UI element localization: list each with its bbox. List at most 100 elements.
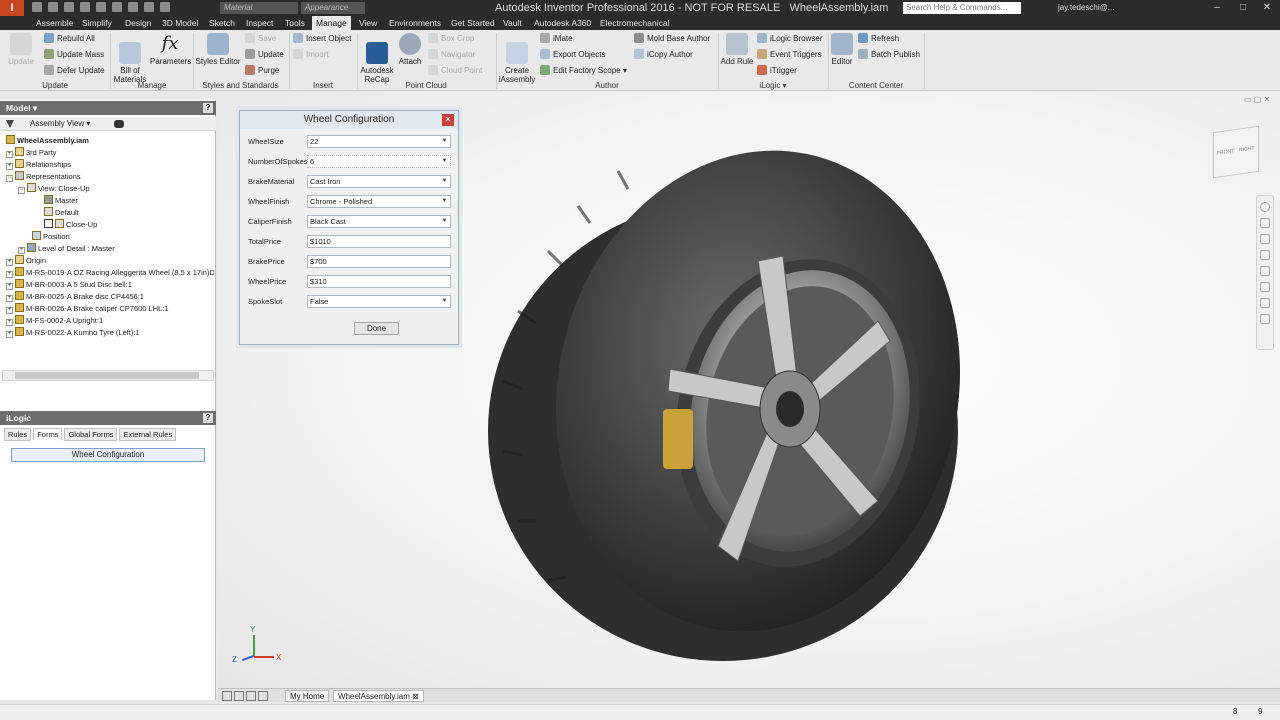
icopy-author-button[interactable]: iCopy Author <box>634 49 693 59</box>
pan-icon[interactable] <box>1260 218 1270 228</box>
tab-simplify[interactable]: Simplify <box>78 16 116 30</box>
spokeslot-dropdown[interactable]: False ▼ <box>307 295 451 308</box>
panel-title-manage[interactable]: Manage <box>112 80 192 91</box>
collapse-icon[interactable]: − <box>6 175 13 182</box>
totalprice-input[interactable]: $1010 <box>307 235 451 248</box>
expand-icon[interactable]: + <box>18 247 25 254</box>
open-icon[interactable] <box>48 2 58 12</box>
orbit-icon[interactable] <box>1260 250 1270 260</box>
tab-external-rules[interactable]: External Rules <box>119 428 177 441</box>
box-crop-button[interactable]: Box Crop <box>428 33 474 43</box>
home-icon[interactable] <box>112 2 122 12</box>
parameters-button[interactable]: fx Parameters <box>150 33 191 66</box>
expand-icon[interactable]: + <box>6 331 13 338</box>
expand-icon[interactable]: + <box>6 151 13 158</box>
add-rule-button[interactable]: Add Rule <box>720 33 754 66</box>
search-help-input[interactable]: Search Help & Commands... <box>903 2 1021 14</box>
purge-button[interactable]: Purge <box>245 65 279 75</box>
done-button[interactable]: Done <box>354 322 399 335</box>
expand-icon[interactable]: + <box>6 295 13 302</box>
tab-global-forms[interactable]: Global Forms <box>64 428 118 441</box>
tree-node-master[interactable]: Master <box>44 195 78 207</box>
chevron-down-icon[interactable]: ▼ <box>439 176 450 187</box>
tab-get-started[interactable]: Get Started <box>447 16 498 30</box>
update-icon[interactable] <box>128 2 138 12</box>
styles-editor-button[interactable]: Styles Editor <box>195 33 241 66</box>
help-icon[interactable]: ? <box>203 413 213 423</box>
full-navigation-icon[interactable] <box>1260 298 1270 308</box>
chevron-down-icon[interactable]: ▼ <box>439 196 450 207</box>
window-layout-icons[interactable] <box>222 691 282 701</box>
bill-of-materials-button[interactable]: Bill of Materials <box>112 33 148 84</box>
close-tab-icon[interactable]: ⊠ <box>412 692 419 701</box>
arrange-icon[interactable] <box>246 691 256 701</box>
user-account[interactable]: jay.tedeschi@... <box>1058 2 1114 14</box>
tab-autodesk-a360[interactable]: Autodesk A360 <box>530 16 595 30</box>
select-icon[interactable] <box>144 2 154 12</box>
brakematerial-dropdown[interactable]: Cast Iron ▼ <box>307 175 451 188</box>
tree-node-root[interactable]: WheelAssembly.iam <box>6 135 89 147</box>
list-icon[interactable] <box>258 691 268 701</box>
batch-publish-button[interactable]: Batch Publish <box>858 49 920 59</box>
tab-environments[interactable]: Environments <box>385 16 445 30</box>
tab-design[interactable]: Design <box>121 16 155 30</box>
measure-icon[interactable] <box>160 2 170 12</box>
viewcube[interactable]: FRONT RIGHT <box>1213 125 1259 179</box>
tree-node-origin[interactable]: + Origin <box>6 255 46 267</box>
scroll-thumb[interactable] <box>15 372 199 379</box>
wheel-configuration-form-button[interactable]: Wheel Configuration <box>11 448 205 462</box>
tile-icon[interactable] <box>222 691 232 701</box>
tab-rules[interactable]: Rules <box>4 428 32 441</box>
ilogic-browser-button[interactable]: iLogic Browser <box>757 33 822 43</box>
itrigger-button[interactable]: iTrigger <box>757 65 797 75</box>
zoom-icon[interactable] <box>1260 234 1270 244</box>
tree-node-level-of-detail[interactable]: + Level of Detail : Master <box>18 243 115 255</box>
numberofspokes-dropdown[interactable]: 6 ▼ <box>307 155 451 168</box>
panel-title-update[interactable]: Update <box>0 80 110 91</box>
navigator-button[interactable]: Navigator <box>428 49 475 59</box>
tab-3d-model[interactable]: 3D Model <box>158 16 202 30</box>
expand-icon[interactable]: + <box>6 283 13 290</box>
panel-title-styles[interactable]: Styles and Standards <box>193 80 288 91</box>
tree-node-position[interactable]: Position <box>32 231 70 243</box>
tree-node-3rd-party[interactable]: +3rd Party <box>6 147 56 159</box>
panel-title-insert[interactable]: Insert <box>289 80 357 91</box>
chevron-down-icon[interactable]: ▼ <box>439 156 450 167</box>
look-at-icon[interactable] <box>1260 282 1270 292</box>
expand-icon[interactable]: + <box>6 271 13 278</box>
find-binoculars-icon[interactable] <box>114 120 124 128</box>
wheelsize-dropdown[interactable]: 22 ▼ <box>307 135 451 148</box>
tree-horizontal-scrollbar[interactable] <box>2 370 214 381</box>
mold-base-author-button[interactable]: Mold Base Author <box>634 33 710 43</box>
close-button[interactable]: ✕ <box>1254 0 1280 16</box>
collapse-icon[interactable]: − <box>18 187 25 194</box>
tree-node-component[interactable]: + M-RS-0019-A OZ Racing Alleggerita Wheel… <box>6 267 214 279</box>
tab-inspect[interactable]: Inspect <box>242 16 277 30</box>
cascade-icon[interactable] <box>234 691 244 701</box>
tree-node-component[interactable]: + M-RS-0022-A Kumho Tyre (Left):1 <box>6 327 140 339</box>
tab-electromechanical[interactable]: Electromechanical <box>596 16 673 30</box>
tree-node-component[interactable]: + M-BR-0025-A Brake disc CP4456:1 <box>6 291 144 303</box>
assembly-view-dropdown[interactable]: Assembly View ▾ <box>30 118 90 130</box>
help-icon[interactable]: ? <box>203 103 213 113</box>
maximize-button[interactable]: □ <box>1230 0 1256 16</box>
dialog-close-icon[interactable]: ✕ <box>442 114 454 126</box>
filter-icon[interactable] <box>6 120 14 128</box>
content-center-editor-button[interactable]: Editor <box>830 33 854 66</box>
tree-node-close-up[interactable]: Close-Up <box>44 219 97 231</box>
panel-title-content-center[interactable]: Content Center <box>828 80 924 91</box>
export-objects-button[interactable]: Export Objects <box>540 49 605 59</box>
update-button[interactable]: Update <box>6 33 36 66</box>
tree-node-representations[interactable]: − Representations <box>6 171 81 183</box>
chevron-down-icon[interactable]: ▼ <box>439 136 450 147</box>
cloud-point-button[interactable]: Cloud Point <box>428 65 482 75</box>
minimize-button[interactable]: – <box>1204 0 1230 16</box>
tab-assemble[interactable]: Assemble <box>32 16 77 30</box>
wheelprice-input[interactable]: $310 <box>307 275 451 288</box>
event-triggers-button[interactable]: Event Triggers <box>757 49 822 59</box>
appearance-combo[interactable]: Appearance <box>301 2 365 14</box>
tab-my-home[interactable]: My Home <box>285 690 330 702</box>
tab-sketch[interactable]: Sketch <box>205 16 239 30</box>
wheelfinish-dropdown[interactable]: Chrome - Polished ▼ <box>307 195 451 208</box>
tab-tools[interactable]: Tools <box>281 16 309 30</box>
